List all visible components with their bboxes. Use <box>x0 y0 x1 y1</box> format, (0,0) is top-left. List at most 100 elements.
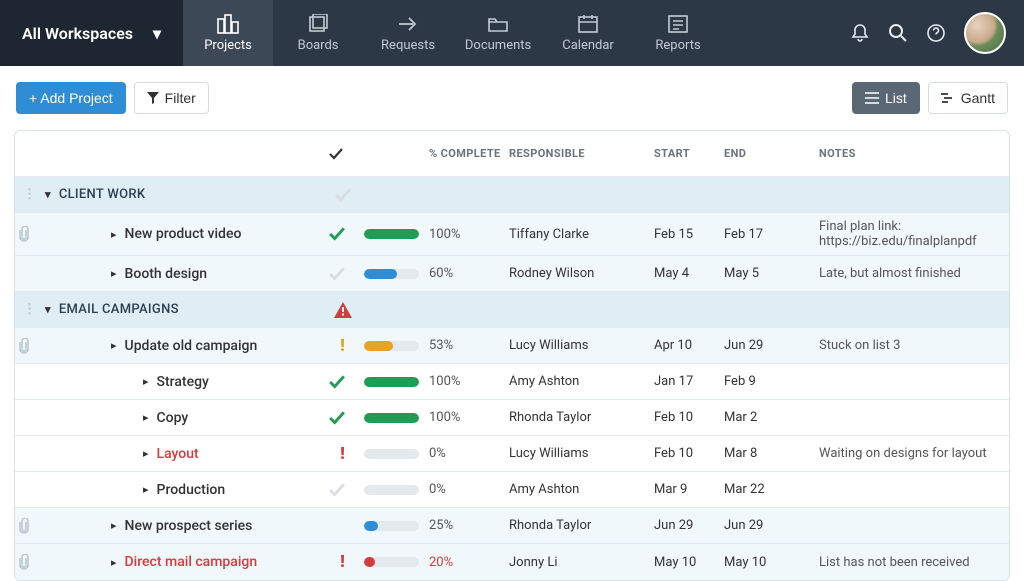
toolbar: + Add Project Filter List Gantt <box>0 66 1024 130</box>
notes <box>815 412 1009 424</box>
end-date: Jun 29 <box>720 332 815 359</box>
attachment-icon <box>15 548 81 576</box>
chevron-down-icon[interactable] <box>45 188 51 201</box>
end-date: Mar 22 <box>720 476 815 503</box>
responsible: Amy Ashton <box>505 476 650 503</box>
col-notes[interactable]: NOTES <box>815 141 1009 166</box>
attachment-icon <box>15 332 81 360</box>
project-row[interactable]: Update old campaign!53%Lucy WilliamsApr … <box>15 328 1009 364</box>
col-complete[interactable]: % COMPLETE <box>425 141 505 166</box>
notes <box>815 520 1009 532</box>
start-date: May 4 <box>650 260 720 287</box>
col-start[interactable]: START <box>650 141 720 166</box>
project-row[interactable]: Production0%Amy AshtonMar 9Mar 22 <box>15 472 1009 508</box>
grid-header: % COMPLETE RESPONSIBLE START END NOTES <box>15 131 1009 177</box>
chevron-right-icon[interactable] <box>111 519 117 532</box>
chevron-right-icon[interactable] <box>143 483 149 496</box>
progress-bar <box>364 521 419 531</box>
progress-bar <box>364 485 419 495</box>
responsible: Lucy Williams <box>505 440 650 467</box>
chevron-right-icon[interactable] <box>143 411 149 424</box>
view-gantt-button[interactable]: Gantt <box>928 82 1008 114</box>
help-icon[interactable] <box>926 23 946 43</box>
progress-bar <box>364 413 419 423</box>
project-row[interactable]: Direct mail campaign!20%Jonny LiMay 10Ma… <box>15 544 1009 580</box>
nav-reports[interactable]: Reports <box>633 0 723 66</box>
row-title: Booth design <box>125 266 208 282</box>
pct-value: 60% <box>425 260 505 287</box>
search-icon[interactable] <box>888 23 908 43</box>
reports-icon <box>667 14 689 34</box>
responsible: Tiffany Clarke <box>505 221 650 248</box>
project-row[interactable]: New product video100%Tiffany ClarkeFeb 1… <box>15 213 1009 256</box>
avatar[interactable] <box>964 12 1006 54</box>
pct-value: 20% <box>425 549 505 576</box>
row-status: ! <box>325 330 360 362</box>
row-status <box>325 405 360 431</box>
chevron-right-icon[interactable] <box>111 228 117 241</box>
project-row[interactable]: Copy100%Rhonda TaylorFeb 10Mar 2 <box>15 400 1009 436</box>
nav-documents[interactable]: Documents <box>453 0 543 66</box>
nav-label: Calendar <box>562 38 614 53</box>
row-status <box>325 261 360 287</box>
notes: Stuck on list 3 <box>815 332 1009 359</box>
group-header[interactable]: ⋮EMAIL CAMPAIGNS <box>15 292 1009 328</box>
chevron-right-icon[interactable] <box>143 447 149 460</box>
nav-requests[interactable]: Requests <box>363 0 453 66</box>
start-date: Feb 15 <box>650 221 720 248</box>
chevron-right-icon[interactable] <box>111 267 117 280</box>
add-project-button[interactable]: + Add Project <box>16 82 126 114</box>
start-date: Feb 10 <box>650 404 720 431</box>
chevron-right-icon[interactable] <box>143 375 149 388</box>
row-title: Strategy <box>157 374 209 390</box>
workspace-selector[interactable]: All Workspaces ▾ <box>0 0 183 66</box>
notes: Waiting on designs for layout <box>815 440 1009 467</box>
pct-value: 0% <box>425 476 505 503</box>
end-date: May 5 <box>720 260 815 287</box>
workspace-label: All Workspaces <box>22 24 133 43</box>
notes: Late, but almost finished <box>815 260 1009 287</box>
attachment-icon <box>15 376 81 388</box>
project-row[interactable]: New prospect series25%Rhonda TaylorJun 2… <box>15 508 1009 544</box>
filter-label: Filter <box>165 90 196 106</box>
responsible: Amy Ashton <box>505 368 650 395</box>
project-row[interactable]: Layout!0%Lucy WilliamsFeb 10Mar 8Waiting… <box>15 436 1009 472</box>
requests-icon <box>397 14 419 34</box>
nav-calendar[interactable]: Calendar <box>543 0 633 66</box>
project-row[interactable]: Booth design60%Rodney WilsonMay 4May 5La… <box>15 256 1009 292</box>
start-date: Apr 10 <box>650 332 720 359</box>
col-end[interactable]: END <box>720 141 815 166</box>
chevron-down-icon[interactable] <box>45 303 51 316</box>
view-toggle: List Gantt <box>852 82 1008 114</box>
notifications-icon[interactable] <box>850 23 870 43</box>
end-date: Mar 8 <box>720 440 815 467</box>
group-header[interactable]: ⋮CLIENT WORK <box>15 177 1009 213</box>
end-date: May 10 <box>720 549 815 576</box>
start-date: Feb 10 <box>650 440 720 467</box>
end-date: Feb 17 <box>720 221 815 248</box>
projects-icon <box>217 14 239 34</box>
group-name: EMAIL CAMPAIGNS <box>59 302 179 317</box>
filter-button[interactable]: Filter <box>134 82 209 114</box>
notes <box>815 376 1009 388</box>
row-title: Production <box>157 482 226 498</box>
chevron-right-icon[interactable] <box>111 339 117 352</box>
notes: List has not been received <box>815 549 1009 576</box>
progress-bar <box>364 269 419 279</box>
row-title: Layout <box>157 446 199 462</box>
chevron-down-icon: ▾ <box>153 24 161 43</box>
group-status <box>325 182 360 208</box>
progress-bar <box>364 377 419 387</box>
nav-boards[interactable]: Boards <box>273 0 363 66</box>
attachment-icon <box>15 412 81 424</box>
nav-projects[interactable]: Projects <box>183 0 273 66</box>
row-title: New prospect series <box>125 518 253 534</box>
col-responsible[interactable]: RESPONSIBLE <box>505 141 650 166</box>
project-row[interactable]: Strategy100%Amy AshtonJan 17Feb 9 <box>15 364 1009 400</box>
view-gantt-label: Gantt <box>961 90 995 106</box>
end-date: Feb 9 <box>720 368 815 395</box>
attachment-icon <box>15 268 81 280</box>
view-list-button[interactable]: List <box>852 82 920 114</box>
attachment-icon <box>15 484 81 496</box>
chevron-right-icon[interactable] <box>111 556 117 569</box>
